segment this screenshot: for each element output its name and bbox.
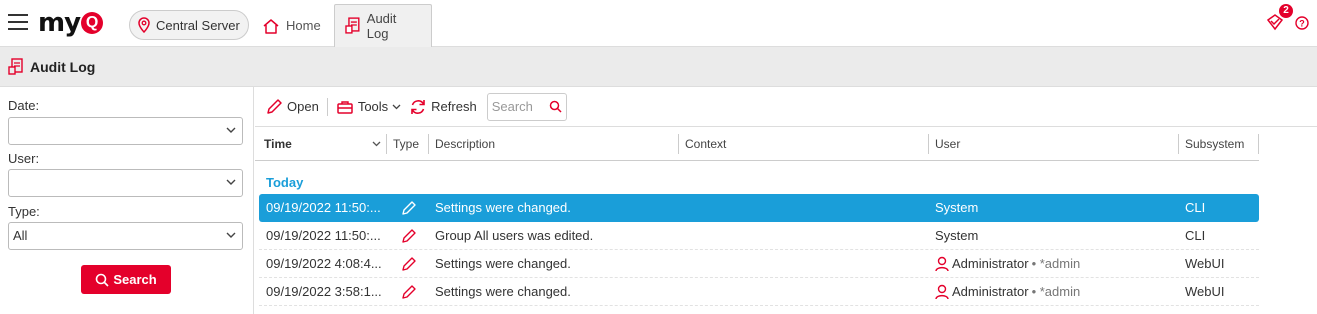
sort-chevron-icon[interactable] bbox=[372, 141, 381, 147]
user-name: Administrator bbox=[952, 256, 1029, 271]
user-icon bbox=[935, 284, 949, 300]
cell-subsystem: WebUI bbox=[1185, 284, 1225, 299]
search-icon bbox=[549, 100, 562, 113]
top-bar: my Q Central Server Home Audit Log 2 ? bbox=[0, 0, 1317, 47]
pencil-icon bbox=[267, 98, 282, 114]
grid-search-placeholder: Search bbox=[491, 99, 533, 114]
cell-time: 09/19/2022 11:50:... bbox=[266, 200, 381, 215]
notifications-button[interactable]: 2 bbox=[1265, 4, 1293, 31]
column-time[interactable]: Time bbox=[258, 127, 292, 161]
table-row[interactable]: 09/19/2022 11:50:... Settings were chang… bbox=[259, 194, 1259, 222]
tab-home[interactable]: Home bbox=[252, 4, 331, 47]
user-login: • *admin bbox=[1031, 256, 1081, 271]
type-select[interactable]: All bbox=[8, 222, 243, 250]
cell-subsystem: WebUI bbox=[1185, 256, 1225, 271]
cell-time: 09/19/2022 11:50:... bbox=[266, 228, 381, 243]
cell-subsystem: CLI bbox=[1185, 228, 1206, 243]
table-row[interactable]: 09/19/2022 4:08:4... Settings were chang… bbox=[259, 250, 1259, 278]
pencil-icon bbox=[402, 285, 416, 299]
open-button[interactable]: Open bbox=[261, 94, 323, 120]
cell-user: Administrator • *admin bbox=[935, 278, 1080, 306]
cell-user: System bbox=[935, 194, 978, 222]
date-select[interactable] bbox=[8, 117, 243, 145]
toolbox-icon bbox=[337, 100, 353, 114]
grid-search-input[interactable]: Search bbox=[486, 92, 567, 121]
search-button[interactable]: Search bbox=[81, 265, 171, 294]
tools-menu-button[interactable]: Tools bbox=[332, 94, 405, 120]
pencil-icon bbox=[402, 257, 416, 271]
myq-logo[interactable]: my Q bbox=[38, 8, 104, 38]
cell-description: Group All users was edited. bbox=[435, 228, 594, 243]
table-row[interactable]: 09/19/2022 3:58:1... Settings were chang… bbox=[259, 278, 1259, 306]
user-select[interactable] bbox=[8, 169, 243, 197]
tools-button-label: Tools bbox=[357, 99, 389, 114]
location-pin-icon bbox=[138, 17, 150, 33]
cell-time: 09/19/2022 3:58:1... bbox=[266, 284, 382, 299]
column-user[interactable]: User bbox=[928, 134, 960, 154]
cell-time: 09/19/2022 4:08:4... bbox=[266, 256, 382, 271]
tab-audit-log-label: Audit Log bbox=[366, 11, 397, 41]
notification-count-badge: 2 bbox=[1279, 4, 1293, 18]
audit-log-grid: Time Type Description Context User Subsy… bbox=[255, 127, 1317, 306]
home-icon bbox=[263, 18, 279, 34]
search-button-label: Search bbox=[113, 272, 157, 287]
filter-panel: Date: User: Type: All Search bbox=[0, 87, 254, 314]
top-right-actions: 2 ? bbox=[1265, 4, 1309, 31]
column-description[interactable]: Description bbox=[428, 134, 495, 154]
refresh-icon bbox=[411, 99, 425, 114]
open-button-label: Open bbox=[287, 99, 319, 114]
column-end-divider bbox=[1258, 134, 1265, 154]
column-context[interactable]: Context bbox=[678, 134, 726, 154]
column-type[interactable]: Type bbox=[386, 134, 419, 154]
pencil-icon bbox=[402, 229, 416, 243]
chevron-down-icon bbox=[226, 232, 236, 238]
cell-description: Settings were changed. bbox=[435, 284, 571, 299]
cell-description: Settings were changed. bbox=[435, 200, 571, 215]
type-value: All bbox=[13, 228, 28, 243]
table-row[interactable]: 09/19/2022 11:50:... Group All users was… bbox=[259, 222, 1259, 250]
svg-text:?: ? bbox=[1299, 19, 1305, 29]
cell-subsystem: CLI bbox=[1185, 200, 1206, 215]
tab-audit-log[interactable]: Audit Log bbox=[334, 4, 432, 47]
tab-home-label: Home bbox=[286, 18, 321, 33]
refresh-button[interactable]: Refresh bbox=[405, 94, 481, 120]
user-name: Administrator bbox=[952, 284, 1029, 299]
grid-header: Time Type Description Context User Subsy… bbox=[255, 127, 1259, 161]
logo-text: my bbox=[38, 8, 81, 38]
cell-user: System bbox=[935, 222, 978, 250]
cell-user: Administrator • *admin bbox=[935, 250, 1080, 278]
page-title: Audit Log bbox=[30, 58, 96, 75]
user-name: System bbox=[935, 228, 979, 243]
logo-q: Q bbox=[81, 12, 104, 34]
server-selector[interactable]: Central Server bbox=[129, 10, 249, 40]
hamburger-menu-icon[interactable] bbox=[8, 14, 28, 30]
chevron-down-icon bbox=[392, 104, 401, 109]
pencil-icon bbox=[402, 201, 416, 215]
toolbar-divider bbox=[326, 97, 328, 116]
grid-rows: 09/19/2022 11:50:... Settings were chang… bbox=[259, 194, 1259, 306]
search-icon bbox=[96, 273, 109, 287]
help-icon[interactable]: ? bbox=[1295, 16, 1309, 30]
grid-toolbar: Open Tools Refresh Search bbox=[255, 87, 1317, 127]
page-header: Audit Log bbox=[0, 47, 1317, 87]
type-label: Type: bbox=[8, 204, 40, 219]
audit-log-icon bbox=[345, 17, 360, 34]
cell-description: Settings were changed. bbox=[435, 256, 571, 271]
user-label: User: bbox=[8, 151, 40, 166]
user-icon bbox=[935, 256, 949, 272]
refresh-button-label: Refresh bbox=[431, 99, 477, 114]
group-header-today: Today bbox=[266, 175, 304, 190]
chevron-down-icon bbox=[226, 179, 236, 185]
audit-log-icon bbox=[8, 57, 23, 75]
user-login: • *admin bbox=[1031, 284, 1081, 299]
date-label: Date: bbox=[8, 98, 40, 113]
user-name: System bbox=[935, 200, 979, 215]
chevron-down-icon bbox=[226, 127, 236, 133]
column-subsystem[interactable]: Subsystem bbox=[1178, 134, 1244, 154]
server-name: Central Server bbox=[156, 17, 240, 33]
